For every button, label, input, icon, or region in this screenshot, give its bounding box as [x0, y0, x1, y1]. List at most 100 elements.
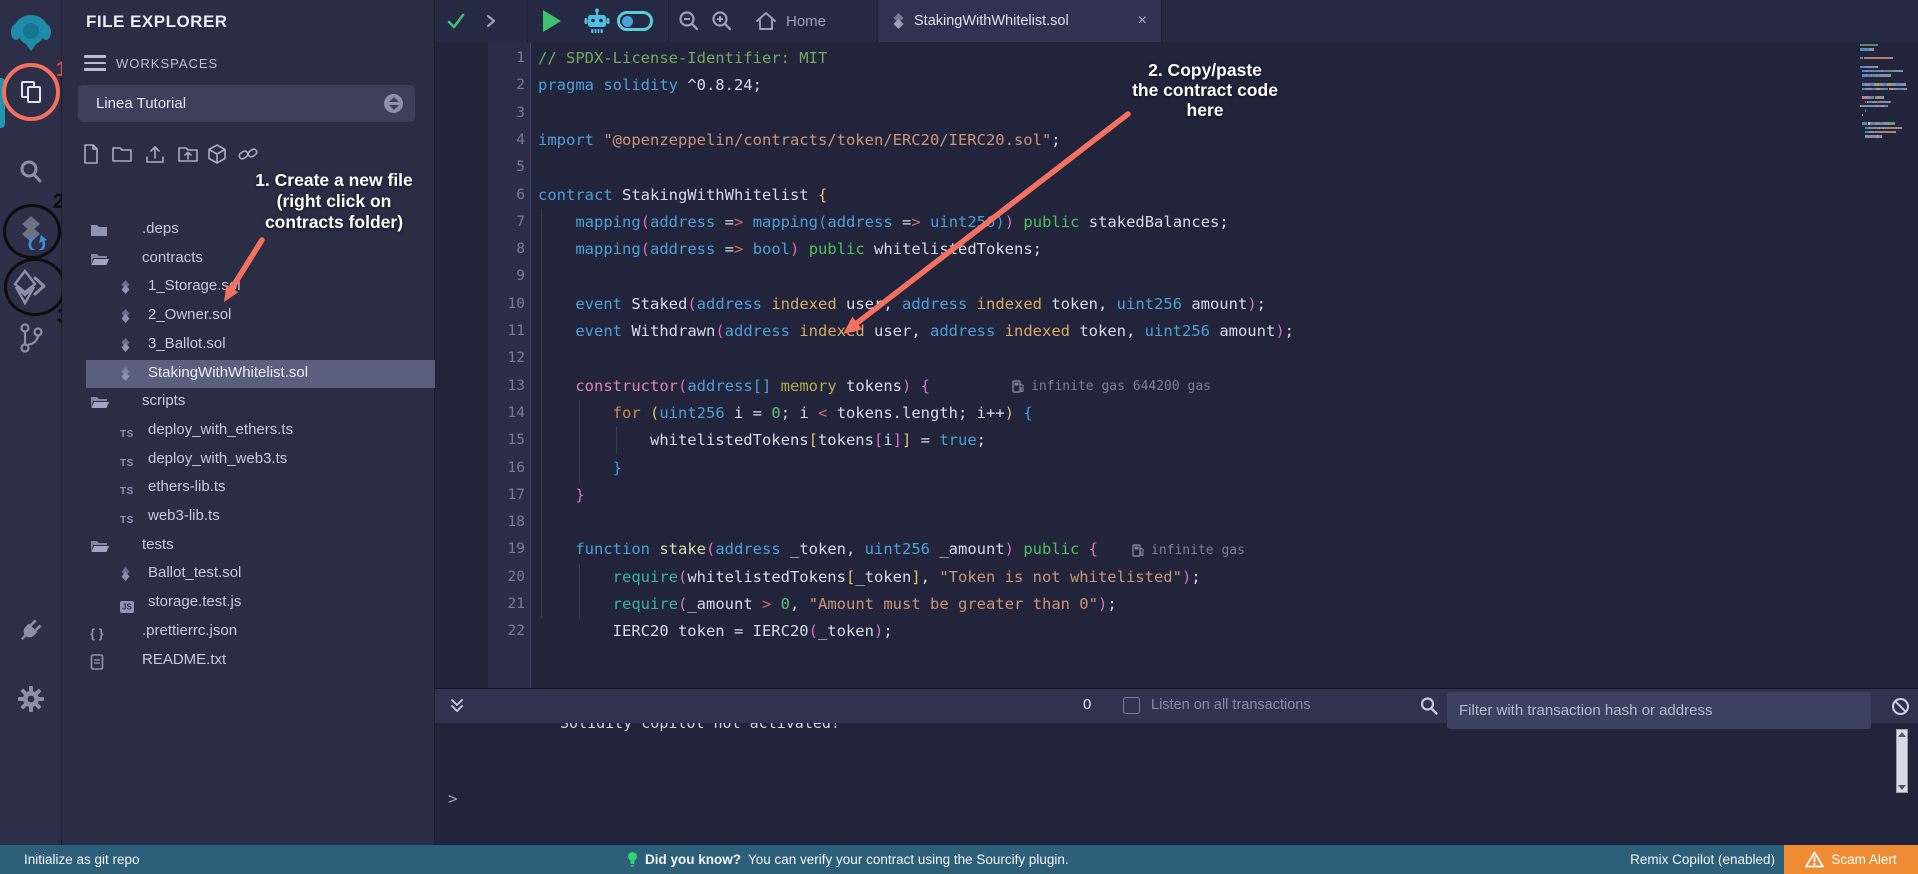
- code-line-2[interactable]: 2pragma solidity ^0.8.24;: [435, 72, 1918, 99]
- line-number: 20: [488, 564, 525, 591]
- tree-item-1-storage-sol[interactable]: 1_Storage.sol: [62, 273, 434, 302]
- code-line-14[interactable]: 14 for (uint256 i = 0; i < tokens.length…: [435, 400, 1918, 427]
- code-text: function stake(address _token, uint256 _…: [538, 536, 1098, 563]
- status-bar: Initialize as git repo Did you know? You…: [0, 845, 1918, 874]
- tab-home[interactable]: Home: [755, 0, 826, 42]
- code-text: import "@openzeppelin/contracts/token/ER…: [538, 127, 1061, 154]
- code-line-17[interactable]: 17 }: [435, 482, 1918, 509]
- solidity-file-icon: [892, 13, 905, 29]
- code-line-12[interactable]: 12: [435, 345, 1918, 372]
- code-line-1[interactable]: 1// SPDX-License-Identifier: MIT: [435, 45, 1918, 72]
- ts-icon: TS: [120, 481, 134, 499]
- terminal-search-icon[interactable]: [1419, 696, 1439, 716]
- code-line-18[interactable]: 18: [435, 509, 1918, 536]
- zoom-in-icon[interactable]: [711, 0, 733, 42]
- code-text: event Withdrawn(address indexed user, ad…: [538, 318, 1294, 345]
- minimap-line: [1860, 135, 1882, 137]
- collapse-terminal-icon[interactable]: [449, 698, 465, 714]
- code-line-5[interactable]: 5: [435, 154, 1918, 181]
- code-line-10[interactable]: 10 event Staked(address indexed user, ad…: [435, 291, 1918, 318]
- tree-item-contracts[interactable]: contracts: [62, 245, 434, 274]
- tree-item-ballot-test-sol[interactable]: Ballot_test.sol: [62, 560, 434, 589]
- listen-all-label[interactable]: Listen on all transactions: [1151, 697, 1311, 713]
- code-line-15[interactable]: 15 whitelistedTokens[tokens[i]] = true;: [435, 427, 1918, 454]
- run-script-button[interactable]: [543, 0, 561, 42]
- cube-icon[interactable]: [206, 143, 228, 165]
- code-line-11[interactable]: 11 event Withdrawn(address indexed user,…: [435, 318, 1918, 345]
- tab-close-icon[interactable]: ×: [1138, 13, 1147, 29]
- listen-all-checkbox[interactable]: [1123, 697, 1140, 714]
- gas-pump-icon: [1012, 379, 1025, 393]
- search-icon[interactable]: [0, 159, 62, 185]
- saved-check-icon[interactable]: [447, 0, 465, 42]
- file-explorer-panel: FILE EXPLORER WORKSPACES Linea Tutorial: [62, 0, 435, 845]
- tree-item-ethers-lib-ts[interactable]: TS ethers-lib.ts: [62, 474, 434, 503]
- ai-robot-icon[interactable]: [583, 0, 611, 42]
- solidity-compiler-icon[interactable]: [0, 214, 62, 250]
- code-editor[interactable]: 1// SPDX-License-Identifier: MIT2pragma …: [435, 42, 1918, 688]
- tree-item-tests[interactable]: tests: [62, 532, 434, 561]
- tree-item-web3-lib-ts[interactable]: TSweb3-lib.ts: [62, 503, 434, 532]
- upload-folder-icon[interactable]: [177, 143, 199, 165]
- tree-item--prettierrc-json[interactable]: { }.prettierrc.json: [62, 618, 434, 647]
- tab-staking-with-whitelist[interactable]: StakingWithWhitelist.sol ×: [877, 0, 1162, 42]
- minimap-line: [1860, 96, 1884, 98]
- code-text: }: [538, 455, 622, 482]
- workspace-caret-icon: [384, 94, 403, 113]
- new-folder-icon[interactable]: [111, 143, 133, 165]
- code-line-4[interactable]: 4import "@openzeppelin/contracts/token/E…: [435, 127, 1918, 154]
- workspace-selector[interactable]: Linea Tutorial: [78, 85, 415, 122]
- tree-item-label: .deps: [142, 220, 179, 237]
- minimap-line: [1860, 101, 1891, 103]
- settings-gear-icon[interactable]: [0, 684, 62, 714]
- copilot-toggle[interactable]: [617, 0, 653, 42]
- tree-item-deploy-with-web3-ts[interactable]: TSdeploy_with_web3.ts: [62, 446, 434, 475]
- tree-item-label: ethers-lib.ts: [148, 478, 226, 495]
- code-line-9[interactable]: 9: [435, 263, 1918, 290]
- code-line-22[interactable]: 22 IERC20 token = IERC20(_token);: [435, 618, 1918, 645]
- chevron-right-icon[interactable]: [484, 0, 498, 42]
- workspaces-menu-icon[interactable]: [84, 55, 106, 71]
- tree-item-2-owner-sol[interactable]: 2_Owner.sol: [62, 302, 434, 331]
- tree-item-label: README.txt: [142, 651, 226, 668]
- tree-item-stakingwithwhitelist-sol[interactable]: StakingWithWhitelist.sol: [86, 360, 435, 389]
- code-line-3[interactable]: 3: [435, 100, 1918, 127]
- tree-item--deps[interactable]: .deps: [62, 216, 434, 245]
- copilot-status-button[interactable]: Remix Copilot (enabled): [1630, 845, 1775, 874]
- code-line-16[interactable]: 16 }: [435, 455, 1918, 482]
- clear-filter-icon[interactable]: [1891, 697, 1910, 716]
- code-line-21[interactable]: 21 require(_amount > 0, "Amount must be …: [435, 591, 1918, 618]
- code-lines: 1// SPDX-License-Identifier: MIT2pragma …: [435, 42, 1918, 688]
- init-git-repo-button[interactable]: Initialize as git repo: [24, 845, 140, 874]
- plugin-icon-rail: 1 2 3: [0, 0, 62, 845]
- terminal-prompt[interactable]: >: [448, 789, 458, 808]
- tree-item-3-ballot-sol[interactable]: 3_Ballot.sol: [62, 331, 434, 360]
- code-line-7[interactable]: 7 mapping(address => mapping(address => …: [435, 209, 1918, 236]
- tree-item-readme-txt[interactable]: README.txt: [62, 647, 434, 676]
- line-number: 16: [488, 455, 525, 482]
- file-explorer-icon[interactable]: [0, 79, 62, 106]
- tree-item-label: tests: [142, 536, 174, 553]
- remix-logo[interactable]: [0, 10, 62, 56]
- tree-item-storage-test-js[interactable]: JSstorage.test.js: [62, 589, 434, 618]
- deploy-run-icon[interactable]: [0, 268, 62, 306]
- tree-item-scripts[interactable]: scripts: [62, 388, 434, 417]
- code-line-8[interactable]: 8 mapping(address => bool) public whitel…: [435, 236, 1918, 263]
- code-line-20[interactable]: 20 require(whitelistedTokens[_token], "T…: [435, 564, 1918, 591]
- gas-pump-icon: [1132, 543, 1145, 557]
- git-icon[interactable]: [0, 322, 62, 354]
- tree-item-deploy-with-ethers-ts[interactable]: TSdeploy_with_ethers.ts: [62, 417, 434, 446]
- new-file-icon[interactable]: [80, 143, 102, 165]
- terminal-scrollbar[interactable]: [1896, 729, 1908, 793]
- folder-closed-icon: [90, 223, 108, 237]
- transaction-filter-input[interactable]: [1447, 692, 1871, 729]
- link-icon[interactable]: [237, 143, 259, 165]
- scam-alert-button[interactable]: Scam Alert: [1784, 845, 1918, 874]
- tree-item-label: deploy_with_ethers.ts: [148, 421, 293, 438]
- code-text: }: [538, 482, 585, 509]
- zoom-out-icon[interactable]: [678, 0, 700, 42]
- sol-icon: [120, 567, 131, 581]
- plugin-manager-icon[interactable]: [0, 615, 62, 645]
- upload-file-icon[interactable]: [144, 143, 166, 165]
- code-line-6[interactable]: 6contract StakingWithWhitelist {: [435, 182, 1918, 209]
